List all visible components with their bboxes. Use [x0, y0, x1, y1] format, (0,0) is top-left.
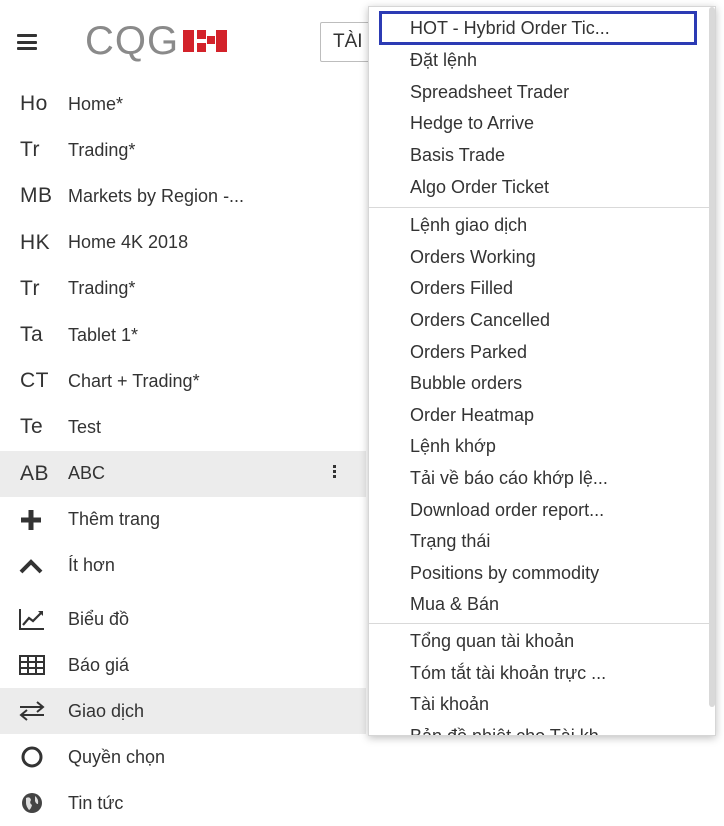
- page-label: Tablet 1*: [68, 324, 139, 345]
- orders-group: Lệnh giao dịch Orders Working Orders Fil…: [369, 208, 715, 624]
- page-abbr: Tr: [20, 138, 41, 162]
- page-abbr: Tr: [20, 276, 41, 300]
- menu-item-bubble-orders[interactable]: Bubble orders: [369, 368, 715, 400]
- menu-item-algo-order-ticket[interactable]: Algo Order Ticket: [369, 171, 715, 203]
- chevron-up-icon: [18, 553, 44, 579]
- menu-item-orders-working[interactable]: Orders Working: [369, 242, 715, 274]
- page-item-tablet[interactable]: Ta Tablet 1*: [0, 312, 366, 358]
- page-item-trading[interactable]: Tr Trading*: [0, 127, 366, 173]
- account-group: Tổng quan tài khoản Tóm tắt tài khoản tr…: [369, 624, 715, 735]
- line-chart-icon: [18, 605, 46, 633]
- menu-item-orders-parked[interactable]: Orders Parked: [369, 336, 715, 368]
- menu-item-spreadsheet-trader[interactable]: Spreadsheet Trader: [369, 77, 715, 109]
- nav-label: Biểu đồ: [68, 608, 130, 629]
- sidebar: CQG TÀI Ho Home* Tr Trading* MB Markets …: [0, 0, 380, 816]
- menu-item-orders-filled[interactable]: Orders Filled: [369, 273, 715, 305]
- plus-icon: [18, 507, 44, 533]
- menu-item-download-fill-report[interactable]: Tải về báo cáo khớp lệ...: [369, 463, 715, 495]
- page-label: Home*: [68, 93, 124, 114]
- page-abbr: HK: [20, 230, 51, 254]
- menu-item-hot-order-ticket[interactable]: HOT - Hybrid Order Tic...: [379, 11, 697, 45]
- menu-item-positions-by-commodity[interactable]: Positions by commodity: [369, 558, 715, 590]
- page-item-abc[interactable]: AB ABC: [0, 450, 366, 497]
- menu-item-hedge-to-arrive[interactable]: Hedge to Arrive: [369, 108, 715, 140]
- nav-item-news[interactable]: Tin tức: [0, 780, 366, 826]
- show-less-label: Ít hơn: [68, 555, 115, 576]
- menu-item-orders[interactable]: Lệnh giao dịch: [369, 210, 715, 242]
- globe-icon: [18, 789, 46, 817]
- page-abbr: AB: [20, 461, 50, 485]
- page-item-markets-by-region[interactable]: MB Markets by Region -...: [0, 173, 366, 219]
- page-abbr: Te: [20, 415, 44, 439]
- nav-label: Giao dịch: [68, 700, 145, 721]
- nav-label: Quyền chọn: [68, 746, 166, 767]
- show-less-button[interactable]: Ít hơn: [0, 543, 366, 589]
- menu-item-account-heatmap[interactable]: Bản đồ nhiệt cho Tài kh...: [369, 720, 715, 735]
- circle-icon: [18, 743, 46, 771]
- nav-label: Báo giá: [68, 654, 130, 675]
- add-page-button[interactable]: Thêm trang: [0, 497, 366, 543]
- page-abbr: Ta: [20, 323, 44, 347]
- menu-item-basis-trade[interactable]: Basis Trade: [369, 140, 715, 172]
- page-item-home[interactable]: Ho Home*: [0, 81, 366, 127]
- cqg-logo: CQG: [85, 16, 228, 66]
- nav-item-options[interactable]: Quyền chọn: [0, 734, 366, 780]
- main-nav: Biểu đồ Báo giá Giao dịch Quyền chọn Tin…: [0, 596, 366, 826]
- page-label: Home 4K 2018: [68, 232, 189, 253]
- add-page-label: Thêm trang: [68, 509, 161, 530]
- order-entry-group: HOT - Hybrid Order Tic... Đặt lệnh Sprea…: [369, 7, 715, 208]
- nav-label: Tin tức: [68, 792, 124, 813]
- menu-item-order-heatmap[interactable]: Order Heatmap: [369, 400, 715, 432]
- menu-item-positions[interactable]: Trạng thái: [369, 526, 715, 558]
- page-item-trading-2[interactable]: Tr Trading*: [0, 266, 366, 312]
- nav-item-quotes[interactable]: Báo giá: [0, 642, 366, 688]
- menu-item-download-order-report[interactable]: Download order report...: [369, 494, 715, 526]
- page-label: Chart + Trading*: [68, 370, 200, 391]
- menu-item-account[interactable]: Tài khoản: [369, 689, 715, 721]
- menu-item-fills[interactable]: Lệnh khớp: [369, 431, 715, 463]
- page-label: Test: [68, 416, 102, 437]
- page-label: Markets by Region -...: [68, 185, 245, 206]
- page-label: Trading*: [68, 139, 136, 160]
- grid-table-icon: [18, 651, 46, 679]
- widget-dropdown-menu: HOT - Hybrid Order Tic... Đặt lệnh Sprea…: [368, 6, 716, 736]
- menu-item-account-overview[interactable]: Tổng quan tài khoản: [369, 626, 715, 658]
- dropdown-scrollbar[interactable]: [709, 7, 715, 707]
- page-abbr: MB: [20, 184, 53, 208]
- logo-flag-icon: [183, 28, 228, 54]
- page-label: ABC: [68, 463, 106, 484]
- menu-item-buy-sell[interactable]: Mua & Bán: [369, 589, 715, 621]
- hamburger-menu-icon[interactable]: [17, 34, 37, 50]
- page-abbr: Ho: [20, 92, 48, 116]
- page-item-chart-trading[interactable]: CT Chart + Trading*: [0, 358, 366, 404]
- top-bar: CQG TÀI: [0, 0, 380, 84]
- menu-item-online-account-summary[interactable]: Tóm tắt tài khoản trực ...: [369, 657, 715, 689]
- swap-arrows-icon: [18, 697, 46, 725]
- menu-item-orders-cancelled[interactable]: Orders Cancelled: [369, 305, 715, 337]
- menu-item-place-order[interactable]: Đặt lệnh: [369, 45, 715, 77]
- page-item-test[interactable]: Te Test: [0, 404, 366, 450]
- more-options-icon[interactable]: [333, 464, 337, 479]
- nav-item-trading[interactable]: Giao dịch: [0, 688, 366, 734]
- page-list: Ho Home* Tr Trading* MB Markets by Regio…: [0, 81, 366, 589]
- nav-item-chart[interactable]: Biểu đồ: [0, 596, 366, 642]
- logo-text: CQG: [85, 18, 180, 63]
- page-label: Trading*: [68, 278, 136, 299]
- page-item-home-4k[interactable]: HK Home 4K 2018: [0, 220, 366, 266]
- page-abbr: CT: [20, 369, 49, 393]
